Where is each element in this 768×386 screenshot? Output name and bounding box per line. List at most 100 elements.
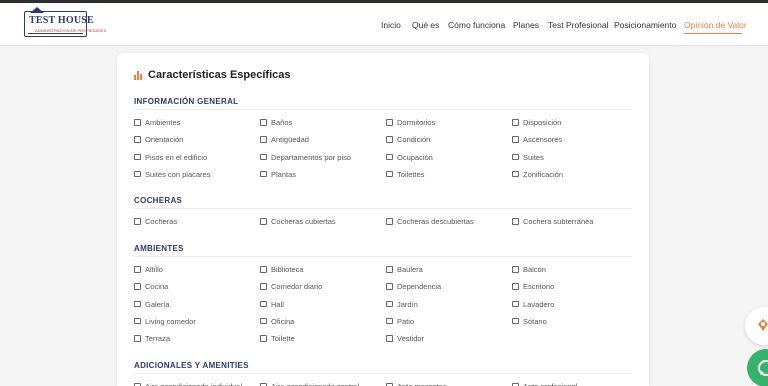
feature-option-label: Orientación: [145, 135, 184, 145]
feature-checkbox[interactable]: [260, 266, 267, 273]
location-pin-icon: [758, 319, 768, 331]
section-divider: [134, 373, 632, 374]
feature-checkbox[interactable]: [260, 119, 267, 126]
feature-option-label: Ascensores: [523, 135, 563, 145]
feature-checkbox[interactable]: [512, 170, 519, 178]
nav-item-como-funciona[interactable]: Cómo funciona: [448, 20, 505, 30]
feature-option-label: Departamentos por piso: [271, 152, 352, 162]
card-title: Características Específicas: [148, 69, 291, 81]
nav-item-que-es[interactable]: Qué es: [412, 20, 439, 30]
feature-checkbox[interactable]: [134, 283, 141, 290]
feature-checkbox[interactable]: [260, 300, 267, 308]
feature-checkbox[interactable]: [386, 119, 393, 126]
feature-checkbox[interactable]: [260, 218, 267, 225]
feature-checkbox[interactable]: [260, 153, 267, 161]
section-title: INFORMACIÓN GENERAL: [134, 97, 239, 106]
nav-item-test-profesional[interactable]: Test Profesional: [548, 20, 608, 30]
feature-checkbox[interactable]: [386, 136, 393, 143]
section-title: ADICIONALES Y AMENITIES: [134, 361, 249, 370]
feature-checkbox[interactable]: [386, 317, 393, 325]
feature-checkbox[interactable]: [134, 218, 141, 225]
feature-option-label: Hall: [271, 299, 284, 309]
section-title: COCHERAS: [134, 196, 183, 205]
feature-checkbox[interactable]: [134, 119, 141, 126]
feature-option-label: Dormitorios: [397, 118, 436, 127]
feature-checkbox[interactable]: [260, 317, 267, 325]
feature-checkbox[interactable]: [260, 283, 267, 290]
logo-roof-icon: [30, 7, 44, 13]
feature-option-label: Altillo: [145, 265, 163, 274]
feature-option-label: Lavadero: [523, 299, 555, 309]
feature-option-label: Cocina: [145, 282, 169, 292]
feature-option-label: Jardín: [397, 299, 418, 309]
feature-option-label: Cochera subterránea: [523, 217, 594, 226]
feature-checkbox[interactable]: [512, 153, 519, 161]
whatsapp-chat-button[interactable]: [747, 349, 768, 386]
feature-option-label: Zonificación: [523, 169, 564, 179]
feature-checkbox[interactable]: [512, 317, 519, 325]
feature-checkbox[interactable]: [386, 283, 393, 290]
feature-checkbox[interactable]: [134, 335, 141, 342]
feature-option-label: Balcón: [523, 265, 546, 274]
feature-option-label: Dependencia: [397, 282, 442, 292]
section-divider: [134, 109, 632, 110]
feature-option-label: Sótano: [523, 316, 547, 326]
feature-checkbox[interactable]: [260, 136, 267, 143]
feature-checkbox[interactable]: [134, 136, 141, 143]
feature-option-label: Apto mascotas: [397, 382, 447, 386]
site-header: TEST HOUSE ADMINISTRACION DE PROPIEDADES…: [0, 3, 768, 45]
feature-option-label: Toilette: [271, 334, 295, 344]
feature-option-label: Comedor diario: [271, 282, 323, 292]
feature-checkbox[interactable]: [512, 218, 519, 225]
feature-checkbox[interactable]: [386, 300, 393, 308]
feature-option-label: Cocheras descubiertas: [397, 217, 474, 226]
feature-checkbox[interactable]: [134, 266, 141, 273]
feature-checkbox[interactable]: [512, 266, 519, 273]
location-button[interactable]: [745, 307, 768, 345]
feature-option-label: Disposición: [523, 118, 562, 127]
feature-option-label: Aire acondicionado individual: [145, 382, 242, 386]
nav-item-inicio[interactable]: Inicio: [381, 20, 401, 30]
feature-checkbox[interactable]: [512, 136, 519, 143]
nav-item-opinion-de-valor[interactable]: Opinión de Valor: [684, 20, 747, 30]
feature-checkbox[interactable]: [134, 300, 141, 308]
feature-option-label: Terraza: [145, 334, 171, 344]
feature-checkbox[interactable]: [260, 170, 267, 178]
nav-item-posicionamiento[interactable]: Posicionamiento: [614, 20, 676, 30]
feature-option-label: Galería: [145, 299, 170, 309]
feature-option-label: Patio: [397, 316, 415, 326]
active-nav-underline: [684, 33, 742, 34]
feature-option-label: Vestidor: [397, 334, 425, 344]
feature-option-label: Escritorio: [523, 282, 555, 292]
feature-checkbox[interactable]: [386, 266, 393, 273]
feature-option-label: Toilettes: [397, 169, 425, 179]
main-nav: Inicio Qué es Cómo funciona Planes Test …: [0, 20, 768, 34]
feature-checkbox[interactable]: [386, 170, 393, 178]
feature-option-label: Pisos en el edificio: [145, 152, 208, 162]
feature-checkbox[interactable]: [134, 153, 141, 161]
feature-option-label: Aire acondicionado central: [271, 382, 359, 386]
feature-checkbox[interactable]: [386, 335, 393, 342]
feature-checkbox[interactable]: [386, 153, 393, 161]
feature-checkbox[interactable]: [512, 283, 519, 290]
feature-option-label: Baulera: [397, 265, 423, 274]
whatsapp-chat-icon: [758, 360, 768, 376]
nav-item-planes[interactable]: Planes: [513, 20, 539, 30]
section-divider: [134, 208, 632, 209]
feature-option-label: Apto profesional: [523, 382, 577, 386]
section-divider: [134, 256, 632, 257]
feature-option-label: Antigüedad: [271, 135, 309, 145]
feature-option-label: Suites: [523, 152, 544, 162]
feature-option-label: Suites con placares: [145, 169, 211, 179]
feature-checkbox[interactable]: [386, 218, 393, 225]
feature-option-label: Cocheras cubiertas: [271, 217, 336, 226]
feature-checkbox[interactable]: [260, 335, 267, 342]
feature-checkbox[interactable]: [512, 119, 519, 126]
feature-option-label: Baños: [271, 118, 293, 127]
feature-checkbox[interactable]: [512, 300, 519, 308]
section-title: AMBIENTES: [134, 244, 184, 253]
feature-checkbox[interactable]: [134, 317, 141, 325]
feature-checkbox[interactable]: [134, 170, 141, 178]
bar-chart-icon: [134, 71, 143, 80]
feature-option-label: Ocupación: [397, 152, 433, 162]
